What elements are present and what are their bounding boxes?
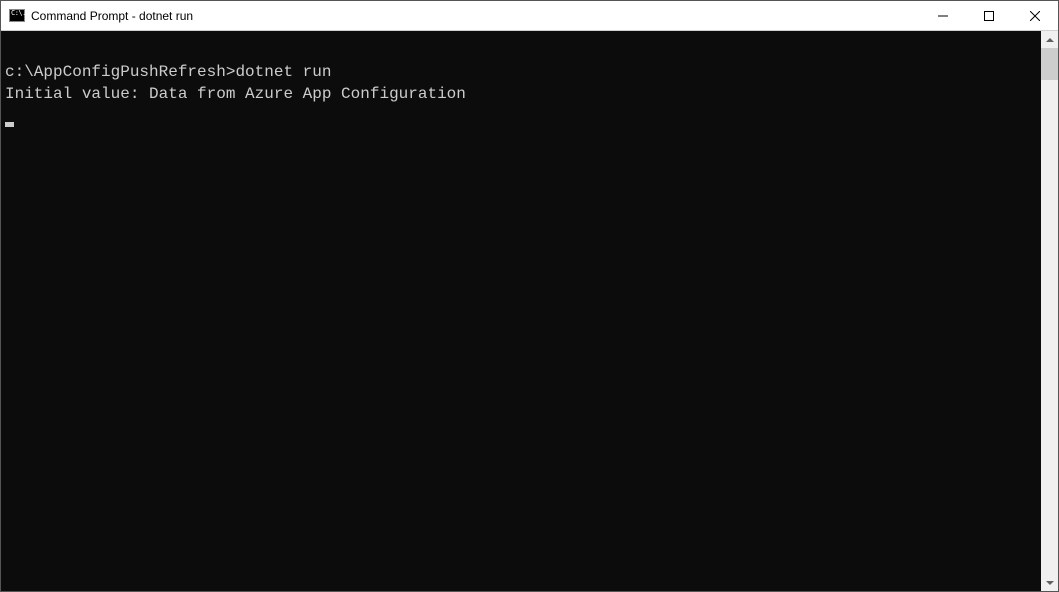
close-button[interactable] (1012, 1, 1058, 30)
vertical-scrollbar[interactable] (1041, 31, 1058, 591)
window-controls (920, 1, 1058, 30)
chevron-down-icon (1046, 581, 1054, 585)
close-icon (1030, 11, 1040, 21)
terminal-line: c:\AppConfigPushRefresh>dotnet run (5, 61, 1041, 83)
prompt-path: c:\AppConfigPushRefresh> (5, 63, 235, 81)
scroll-up-button[interactable] (1041, 31, 1058, 48)
command-text: dotnet run (235, 63, 331, 81)
scroll-down-button[interactable] (1041, 574, 1058, 591)
maximize-button[interactable] (966, 1, 1012, 30)
scroll-track[interactable] (1041, 48, 1058, 574)
scroll-thumb[interactable] (1041, 48, 1058, 80)
cmd-icon: C:\. (9, 8, 25, 24)
minimize-icon (938, 11, 948, 21)
terminal-line: Initial value: Data from Azure App Confi… (5, 83, 1041, 105)
content-area: c:\AppConfigPushRefresh>dotnet runInitia… (1, 31, 1058, 591)
maximize-icon (984, 11, 994, 21)
minimize-button[interactable] (920, 1, 966, 30)
chevron-up-icon (1046, 38, 1054, 42)
terminal-cursor (5, 122, 14, 127)
terminal-output[interactable]: c:\AppConfigPushRefresh>dotnet runInitia… (1, 31, 1041, 591)
window-title: Command Prompt - dotnet run (31, 9, 920, 23)
titlebar: C:\. Command Prompt - dotnet run (1, 1, 1058, 31)
